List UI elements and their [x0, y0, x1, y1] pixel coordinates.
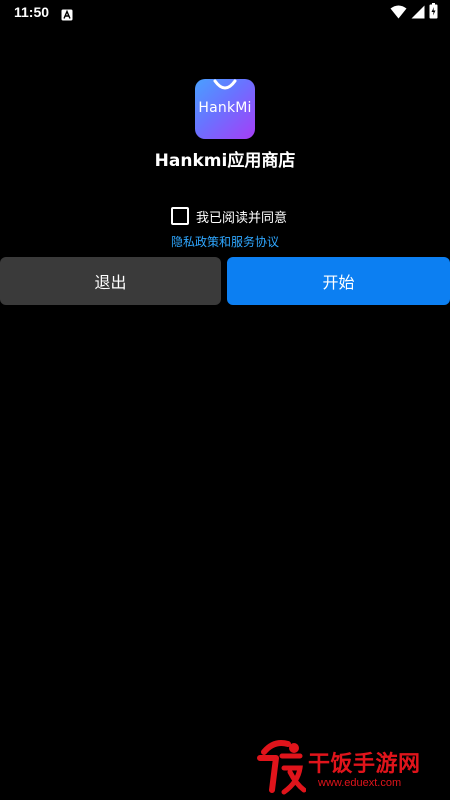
watermark: 干饭手游网 www.eduext.com: [254, 738, 450, 800]
notification-a-icon: [61, 6, 73, 21]
app-title: Hankmi应用商店: [154, 151, 296, 171]
privacy-policy-link[interactable]: 隐私政策和服务协议: [0, 233, 450, 250]
agreement-checkbox-row[interactable]: 我已阅读并同意: [171, 206, 287, 226]
watermark-title: 干饭手游网: [308, 752, 421, 777]
agree-checkbox-label: 我已阅读并同意: [196, 210, 288, 226]
app-logo: HankMi: [195, 79, 255, 139]
wifi-icon: [390, 4, 407, 23]
status-time: 11:50: [14, 4, 50, 20]
watermark-logo-icon: [257, 740, 306, 795]
agree-checkbox[interactable]: [171, 207, 189, 225]
signal-icon: [411, 4, 425, 23]
start-button[interactable]: 开始: [227, 257, 450, 305]
status-bar: 11:50: [0, 0, 450, 26]
battery-icon: [429, 3, 438, 23]
exit-button[interactable]: 退出: [0, 257, 221, 305]
watermark-url: www.eduext.com: [318, 777, 402, 789]
status-icons: [390, 3, 438, 23]
app-logo-text: HankMi: [198, 100, 252, 116]
